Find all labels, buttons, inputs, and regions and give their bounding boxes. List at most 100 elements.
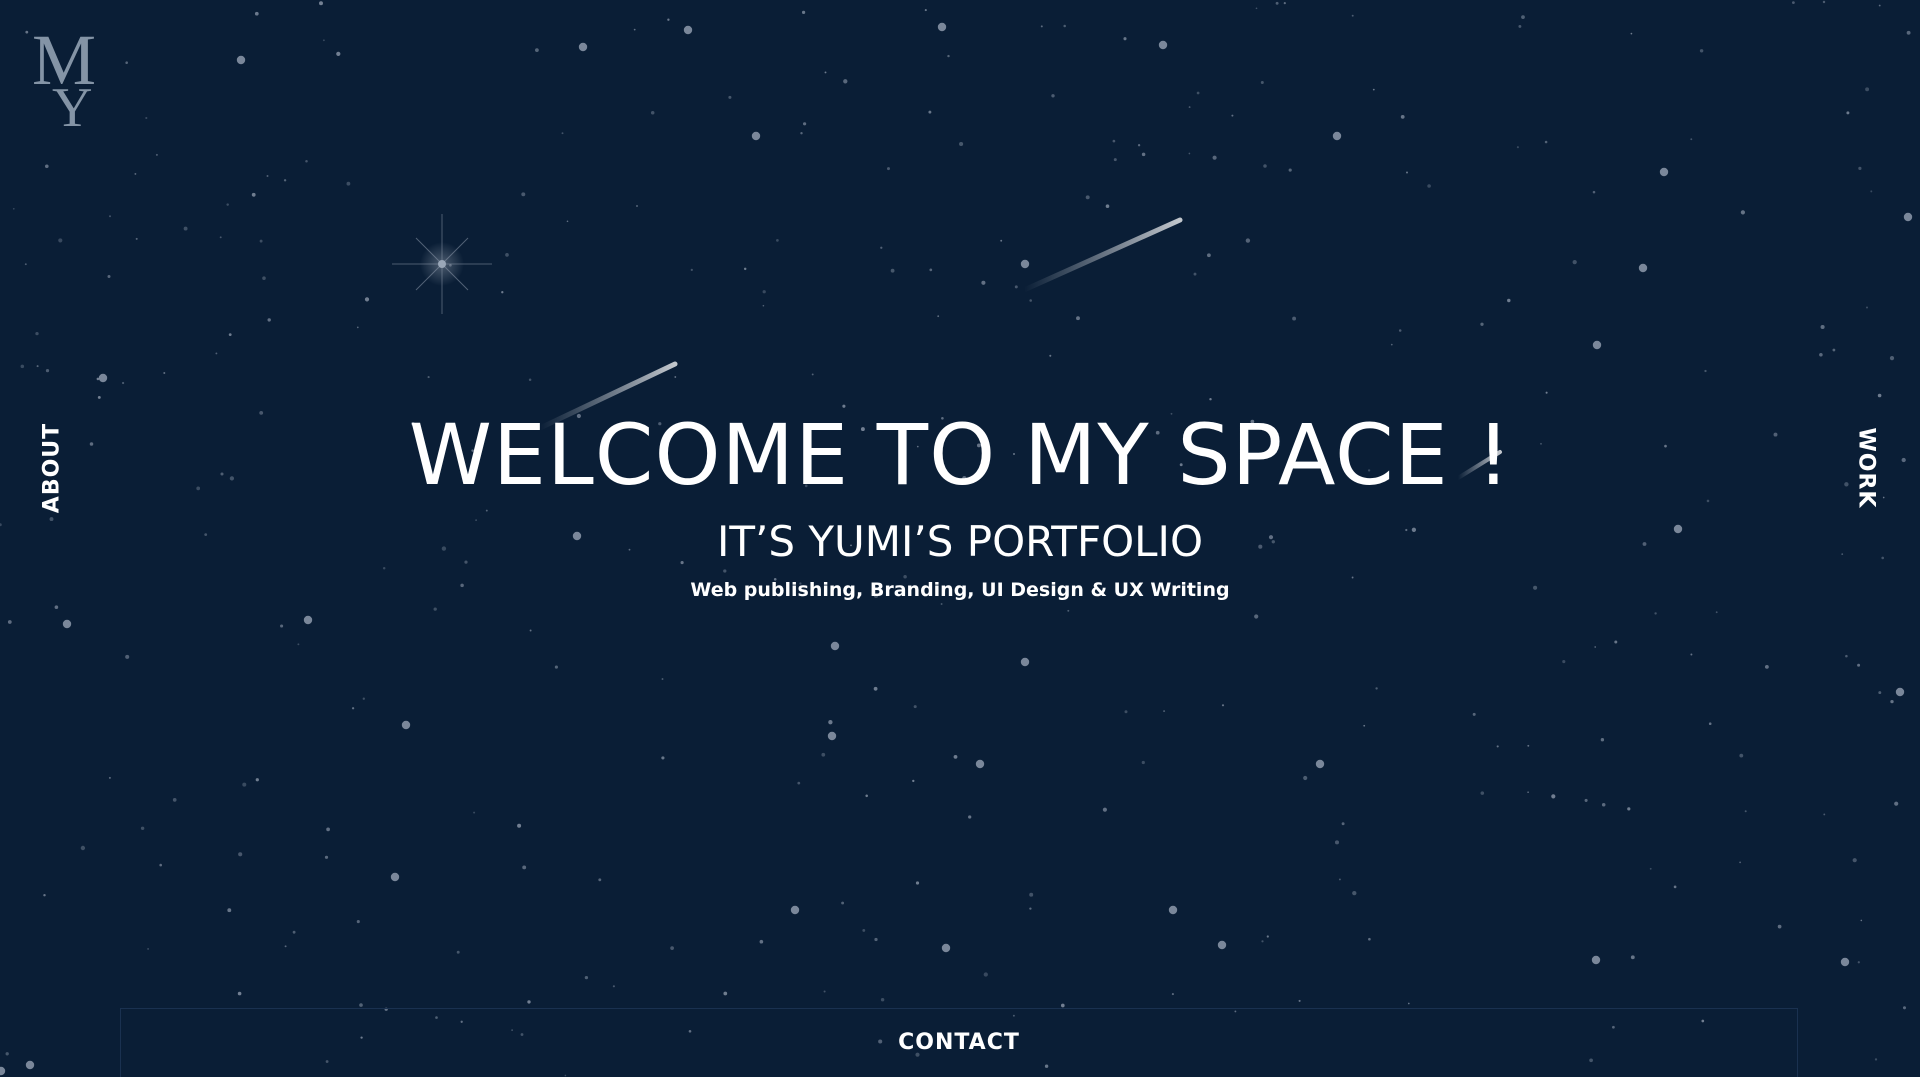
star-dot [1283,2,1286,5]
star-dot [937,315,940,318]
star-dot [1527,791,1529,794]
star-dot [1823,813,1826,816]
hero-subtitle: IT’S YUMI’S PORTFOLIO [716,517,1203,566]
star-dot [1221,704,1225,707]
star-dot [1584,798,1588,802]
star-dot [913,705,917,709]
star-dot [1638,263,1648,273]
star-dot [1480,791,1485,795]
star-dot [830,641,840,651]
star-dot [522,865,527,870]
star-dot [0,1066,6,1076]
star-dot [1171,993,1174,996]
star-dot [1275,1,1279,5]
star-dot [1315,759,1325,769]
star-dot [1334,840,1340,845]
star-dot [723,991,728,996]
star-dot [266,175,269,177]
star-dot [501,291,504,294]
star-dot [843,79,848,84]
star-dot [928,110,932,114]
star-dot [1544,140,1548,144]
star-dot [1207,253,1211,258]
star-dot [1480,322,1484,326]
star-dot [1338,878,1341,881]
star-dot [1878,4,1881,7]
star-dot [674,376,677,378]
star-dot [968,815,972,819]
star-dot [975,759,985,769]
star-dot [326,827,330,832]
star-dot [811,373,814,376]
star-dot [880,997,885,1002]
star-dot [1516,146,1519,149]
star-dot [1196,91,1200,95]
star-dot [841,901,845,905]
hero-tagline: Web publishing, Branding, UI Design & UX… [690,579,1230,601]
star-dot [1845,654,1848,658]
star-dot [661,678,664,680]
star-dot [865,794,868,798]
logo-letter-y: Y [52,77,93,139]
star-dot [359,1003,363,1007]
star-dot [1288,168,1292,172]
contact-button[interactable]: CONTACT [120,1008,1798,1077]
star-dot [636,205,638,207]
star-dot [108,215,112,218]
star-dot [1014,285,1018,289]
star-dot [1496,745,1499,748]
star-dot [915,881,920,885]
star-dot [108,776,111,779]
star-dot [1298,999,1301,1002]
star-dot [953,755,958,759]
star-dot [1518,24,1522,28]
site-logo[interactable]: M Y [32,24,108,136]
star-dot [163,371,166,375]
star-dot [1865,87,1870,92]
star-dot [125,654,130,659]
star-dot [1545,391,1548,394]
star-dot [255,778,259,782]
star-dot [121,381,125,385]
star-dot [215,352,218,355]
star-dot [1740,210,1746,215]
star-dot [1895,687,1905,697]
star-dot [1398,329,1402,332]
star-dot [433,607,437,611]
star-dot [584,975,589,980]
star-dot [1363,724,1366,727]
star-dot [1060,1003,1065,1008]
star-dot [1254,614,1259,619]
star-dot [1406,171,1408,174]
star-dot [1592,190,1596,194]
star-dot [1699,49,1704,53]
star-dot [873,686,878,691]
star-dot [1649,867,1652,870]
star-dot [1906,30,1911,35]
star-dot [97,395,101,399]
star-dot [238,852,243,857]
star-dot [802,122,807,126]
star-dot [1551,794,1556,799]
star-dot [1113,158,1117,162]
star-dot [823,990,826,993]
star-dot [561,132,564,135]
star-dot [1123,37,1127,41]
star-dot [351,707,355,710]
star-dot [324,855,329,859]
star-dot [1063,24,1066,28]
star-dot [1852,858,1857,863]
star-dot [283,179,287,182]
star-dot [1076,316,1080,321]
star-dot [824,71,827,74]
star-dot [346,181,351,186]
star-dot [1819,353,1823,357]
star-dot [759,939,764,944]
star-dot [633,28,636,31]
star-dot [147,947,150,950]
star-dot [1040,25,1043,28]
star-dot [303,615,313,625]
star-dot [887,167,890,171]
star-dot [1141,760,1145,765]
star-dot [1840,957,1850,967]
